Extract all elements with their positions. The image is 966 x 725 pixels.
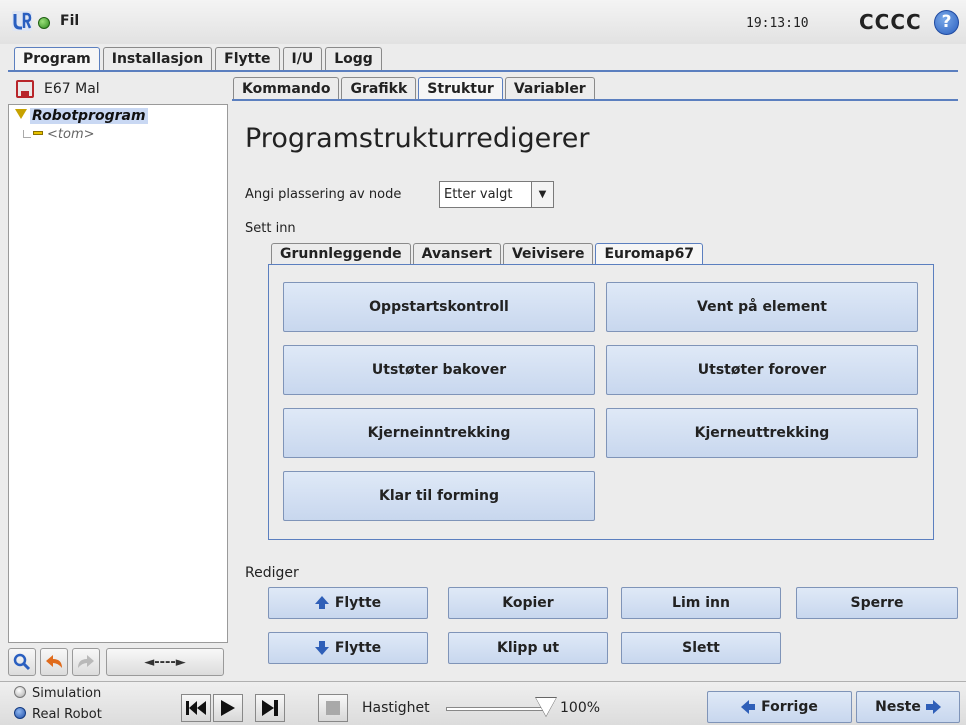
tree-connector	[23, 130, 31, 138]
program-file-name: E67 Mal	[44, 81, 100, 97]
speed-value: 100%	[560, 700, 601, 716]
mode-real-option[interactable]: Real Robot	[14, 707, 102, 722]
main-tabs: Program Installasjon Flytte I/U Logg	[14, 47, 385, 71]
arrow-left-icon	[741, 700, 756, 714]
core-in-button[interactable]: Kjerneinntrekking	[283, 408, 595, 458]
ur-logo-icon	[12, 11, 32, 31]
skip-to-start-button[interactable]	[181, 694, 211, 722]
program-sub-tabs: Kommando Grafikk Struktur Variabler	[233, 77, 597, 101]
search-icon	[13, 653, 31, 671]
delete-button[interactable]: Slett	[621, 632, 781, 664]
startup-check-button[interactable]: Oppstartskontroll	[283, 282, 595, 332]
previous-button[interactable]: Forrige	[707, 691, 852, 723]
undo-button[interactable]	[40, 648, 68, 676]
undo-icon	[46, 655, 62, 668]
play-icon	[221, 700, 235, 716]
skip-back-icon	[186, 701, 206, 715]
speed-slider-track[interactable]	[446, 707, 546, 711]
ejector-forward-button[interactable]: Utstøter forover	[606, 345, 918, 395]
tab-basic[interactable]: Grunnleggende	[271, 243, 411, 265]
move-down-button[interactable]: Flytte	[268, 632, 428, 664]
tree-node-label: <tom>	[47, 127, 95, 142]
tree-nav-arrows-icon: ◄----►	[144, 654, 186, 670]
edit-label: Rediger	[245, 565, 299, 581]
page-title: Programstrukturredigerer	[245, 123, 590, 154]
radio-unselected-icon[interactable]	[14, 686, 26, 698]
tab-wizards[interactable]: Veivisere	[502, 243, 594, 265]
redo-button[interactable]	[72, 648, 100, 676]
search-button[interactable]	[8, 648, 36, 676]
insert-label: Sett inn	[245, 221, 296, 236]
save-icon[interactable]	[16, 80, 34, 98]
step-icon	[262, 700, 278, 716]
arrow-right-icon	[925, 700, 941, 714]
help-button[interactable]: ?	[934, 10, 959, 35]
chevron-down-icon[interactable]: ▼	[531, 182, 553, 207]
arrow-up-icon	[314, 596, 329, 609]
play-button[interactable]	[213, 694, 243, 722]
suppress-button[interactable]: Sperre	[796, 587, 958, 619]
tab-move[interactable]: Flytte	[215, 47, 280, 71]
ready-for-molding-button[interactable]: Klar til forming	[283, 471, 595, 521]
tab-program[interactable]: Program	[14, 47, 100, 71]
robot-name: CCCC	[859, 10, 922, 34]
tab-command[interactable]: Kommando	[233, 77, 340, 101]
move-up-label: Flytte	[334, 595, 382, 611]
next-label: Neste	[875, 699, 921, 715]
tab-structure[interactable]: Struktur	[418, 77, 503, 101]
mode-simulation-option[interactable]: Simulation	[14, 686, 101, 701]
tab-log[interactable]: Logg	[325, 47, 382, 71]
next-button[interactable]: Neste	[856, 691, 960, 723]
previous-label: Forrige	[761, 699, 818, 715]
placement-select[interactable]: Etter valgt ▼	[439, 181, 554, 208]
mode-simulation-label: Simulation	[32, 686, 102, 701]
tab-graphics[interactable]: Grafikk	[341, 77, 417, 101]
tree-nav-button[interactable]: ◄----►	[106, 648, 224, 676]
tab-io[interactable]: I/U	[282, 47, 323, 71]
stop-button[interactable]	[318, 694, 348, 722]
paste-button[interactable]: Lim inn	[621, 587, 781, 619]
empty-node-icon	[33, 131, 43, 135]
copy-button[interactable]: Kopier	[448, 587, 608, 619]
mode-real-label: Real Robot	[32, 707, 102, 722]
tab-divider	[8, 70, 958, 72]
move-down-label: Flytte	[334, 640, 382, 656]
tab-variables[interactable]: Variabler	[504, 77, 595, 101]
status-indicator-icon	[38, 17, 50, 29]
expand-triangle-icon[interactable]	[15, 109, 27, 119]
file-menu[interactable]: Fil	[60, 13, 79, 29]
step-button[interactable]	[255, 694, 285, 722]
core-out-button[interactable]: Kjerneuttrekking	[606, 408, 918, 458]
tree-node-empty[interactable]: <tom>	[23, 127, 95, 142]
redo-icon	[78, 655, 94, 668]
top-bar: Fil 19:13:10 CCCC ?	[0, 0, 966, 44]
stop-icon	[326, 701, 340, 715]
placement-select-value: Etter valgt	[444, 187, 513, 202]
radio-selected-icon[interactable]	[14, 707, 26, 719]
tab-installation[interactable]: Installasjon	[102, 47, 213, 71]
speed-label: Hastighet	[362, 700, 430, 716]
tree-node-robotprogram[interactable]: Robotprogram	[15, 108, 148, 124]
tree-node-label: Robotprogram	[30, 108, 148, 124]
tree-toolbar: ◄----►	[8, 648, 224, 676]
tab-advanced[interactable]: Avansert	[412, 243, 501, 265]
cut-button[interactable]: Klipp ut	[448, 632, 608, 664]
wait-for-part-button[interactable]: Vent på element	[606, 282, 918, 332]
tab-euromap67[interactable]: Euromap67	[595, 243, 704, 265]
speed-slider-thumb[interactable]	[536, 698, 556, 716]
arrow-down-icon	[314, 641, 329, 655]
move-up-button[interactable]: Flytte	[268, 587, 428, 619]
polyscope-window: Fil 19:13:10 CCCC ? Program Installasjon…	[0, 0, 966, 725]
placement-label: Angi plassering av node	[245, 187, 402, 202]
clock: 19:13:10	[746, 16, 809, 31]
insert-tabs: Grunnleggende Avansert Veivisere Euromap…	[271, 243, 705, 265]
ejector-back-button[interactable]: Utstøter bakover	[283, 345, 595, 395]
program-tree[interactable]: Robotprogram <tom>	[8, 104, 228, 643]
